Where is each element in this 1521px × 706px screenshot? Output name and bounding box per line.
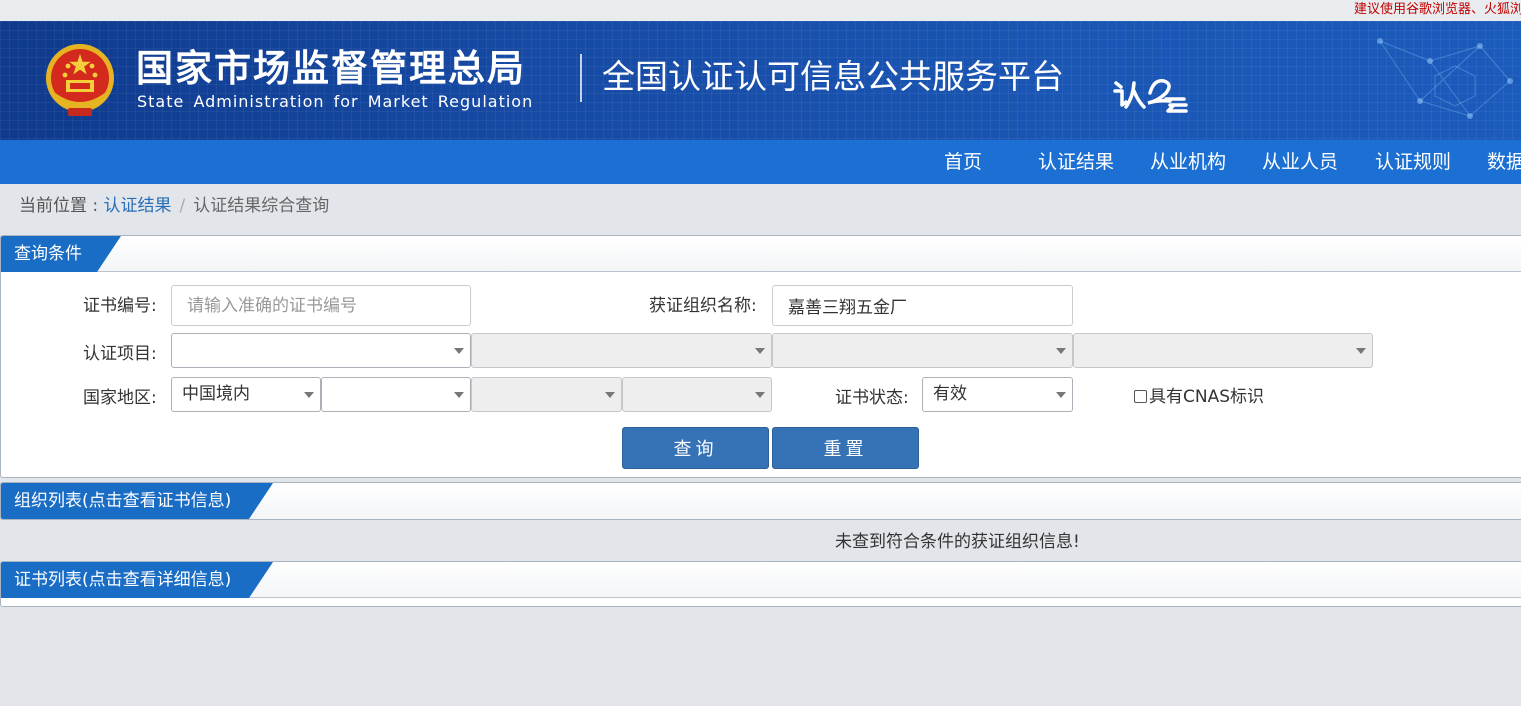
chevron-down-icon <box>1056 392 1066 398</box>
status-label: 证书状态: <box>835 388 909 408</box>
chevron-down-icon <box>304 392 314 398</box>
nav-item-cert-rules[interactable]: 认证规则 <box>1375 140 1451 184</box>
region-label: 国家地区: <box>83 388 157 408</box>
renzheng-cloud-logo-icon <box>1113 79 1188 113</box>
org-name-input[interactable] <box>772 285 1073 326</box>
cert-no-input[interactable] <box>171 285 471 326</box>
header-divider <box>580 54 582 102</box>
breadcrumb: 当前位置 : 认证结果 / 认证结果综合查询 <box>19 193 329 219</box>
region-select-3 <box>471 377 622 412</box>
chevron-down-icon <box>755 348 765 354</box>
status-select-value: 有效 <box>933 384 967 404</box>
nav-item-cert-results[interactable]: 认证结果 <box>1038 140 1114 184</box>
cert-project-label: 认证项目: <box>83 344 157 364</box>
chevron-down-icon <box>1056 348 1066 354</box>
query-panel-title: 查询条件 <box>1 236 121 272</box>
network-decoration-icon <box>1377 38 1513 119</box>
nav-item-home[interactable]: 首页 <box>944 140 982 184</box>
national-emblem-icon <box>46 44 114 116</box>
region-select-4 <box>622 377 772 412</box>
nav-item-institutions[interactable]: 从业机构 <box>1150 140 1226 184</box>
platform-title: 全国认证认可信息公共服务平台 <box>602 57 1064 96</box>
region-select-1[interactable]: 中国境内 <box>171 377 321 412</box>
cert-list-panel-title: 证书列表(点击查看详细信息) <box>1 562 273 598</box>
region-select-2[interactable] <box>321 377 471 412</box>
org-name-en: State Administration for Market Regulati… <box>137 92 534 111</box>
org-list-panel-header: 组织列表(点击查看证书信息) <box>1 483 1521 519</box>
org-name-label: 获证组织名称: <box>649 296 757 316</box>
cert-list-panel: 证书列表(点击查看详细信息) <box>0 561 1521 607</box>
chevron-down-icon <box>605 392 615 398</box>
cnas-checkbox-label: 具有CNAS标识 <box>1149 387 1265 407</box>
cert-list-panel-header: 证书列表(点击查看详细信息) <box>1 562 1521 598</box>
breadcrumb-separator: / <box>179 196 186 216</box>
chevron-down-icon <box>454 392 464 398</box>
nav-item-personnel[interactable]: 从业人员 <box>1262 140 1338 184</box>
main-nav: 首页 认证结果 从业机构 从业人员 认证规则 数据 <box>0 140 1521 184</box>
header-banner: 国家市场监督管理总局 State Administration for Mark… <box>0 21 1521 140</box>
cnas-checkbox[interactable]: 具有CNAS标识 <box>1134 387 1264 407</box>
org-list-panel-title: 组织列表(点击查看证书信息) <box>1 483 273 519</box>
org-list-panel: 组织列表(点击查看证书信息) <box>0 482 1521 520</box>
breadcrumb-current: 认证结果综合查询 <box>193 196 330 216</box>
cert-project-select-1[interactable] <box>171 333 471 368</box>
query-panel-header: 查询条件 <box>1 236 1521 272</box>
search-button[interactable]: 查询 <box>622 427 769 469</box>
chevron-down-icon <box>1356 348 1366 354</box>
top-notice-bar: 建议使用谷歌浏览器、火狐浏览器 <box>0 0 1521 21</box>
cert-project-select-4 <box>1073 333 1373 368</box>
status-select[interactable]: 有效 <box>922 377 1073 412</box>
cert-project-select-2 <box>471 333 772 368</box>
cert-project-select-3 <box>772 333 1073 368</box>
reset-button[interactable]: 重置 <box>772 427 919 469</box>
org-list-empty-message: 未查到符合条件的获证组织信息! <box>835 532 1080 552</box>
chevron-down-icon <box>755 392 765 398</box>
region-select-1-value: 中国境内 <box>182 384 250 404</box>
org-name-cn: 国家市场监督管理总局 <box>136 47 526 90</box>
nav-item-data[interactable]: 数据 <box>1487 140 1521 184</box>
cert-no-label: 证书编号: <box>83 296 157 316</box>
checkbox-icon[interactable] <box>1134 390 1147 403</box>
breadcrumb-link-cert-results[interactable]: 认证结果 <box>104 196 172 216</box>
breadcrumb-prefix: 当前位置 : <box>19 196 104 216</box>
browser-notice: 建议使用谷歌浏览器、火狐浏览器 <box>1354 2 1521 17</box>
chevron-down-icon <box>454 348 464 354</box>
